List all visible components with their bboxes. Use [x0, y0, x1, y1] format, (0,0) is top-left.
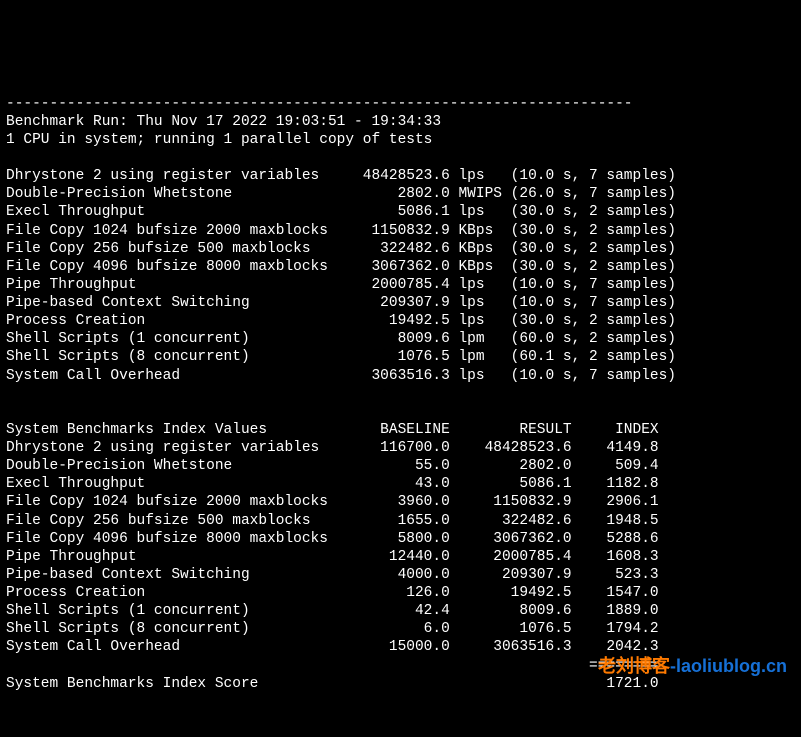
benchmark-run-line: Benchmark Run: Thu Nov 17 2022 19:03:51 … — [6, 114, 441, 130]
terminal-output: ----------------------------------------… — [0, 91, 801, 737]
cpu-info-line: 1 CPU in system; running 1 parallel copy… — [6, 132, 432, 148]
score-line: System Benchmarks Index Score 1721.0 — [6, 675, 795, 693]
results-table: Dhrystone 2 using register variables 484… — [6, 167, 795, 385]
dash-line: ======== — [6, 658, 659, 674]
index-table: System Benchmarks Index Values BASELINE … — [6, 403, 795, 657]
separator-line: ----------------------------------------… — [6, 96, 633, 112]
